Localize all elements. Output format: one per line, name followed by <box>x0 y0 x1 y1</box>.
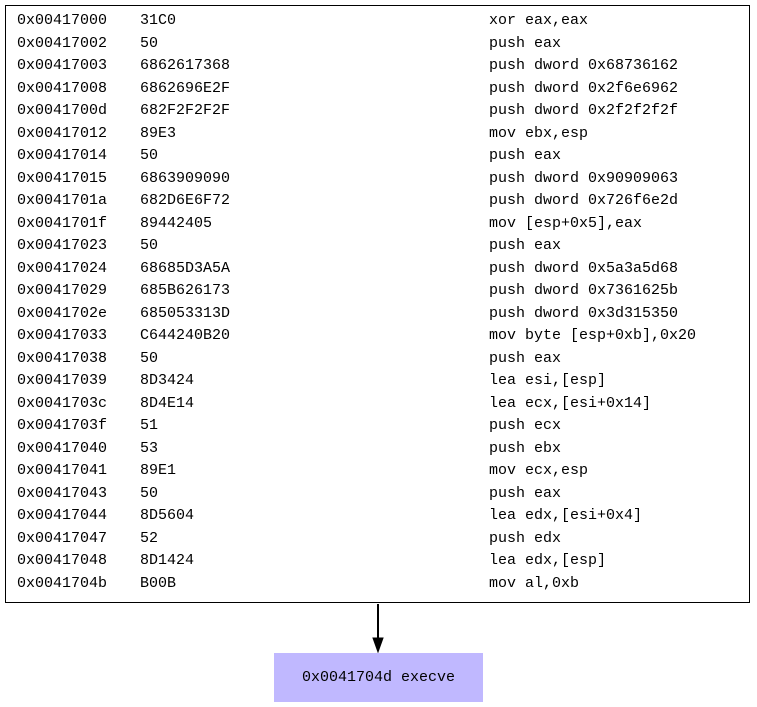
target-node-execve: 0x0041704d execve <box>274 653 483 702</box>
arrowhead-icon <box>372 637 384 654</box>
flow-edge <box>372 604 384 654</box>
